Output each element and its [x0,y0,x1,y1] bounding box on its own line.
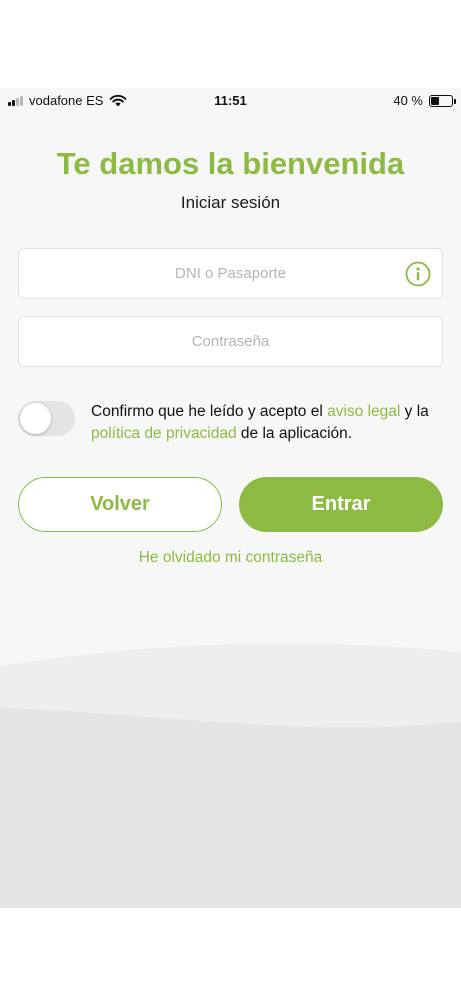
consent-toggle[interactable] [18,401,75,436]
battery-icon [429,94,456,107]
clock: 11:51 [214,93,247,108]
login-subtitle: Iniciar sesión [180,193,281,212]
status-bar: vodafone ES 11:51 40 % [0,88,461,114]
password-field-container [18,316,443,367]
forgot-password-link[interactable]: He olvidado mi contraseña [0,549,461,567]
back-button[interactable]: Volver [18,477,222,532]
legal-notice-link[interactable]: aviso legal [327,403,400,420]
dni-field-container [18,248,443,299]
dni-input[interactable] [19,249,442,298]
battery-percent: 40 % [393,93,423,108]
app-screen: vodafone ES 11:51 40 % Te damos la bienv… [0,88,461,908]
status-right: 40 % [393,93,456,108]
password-input[interactable] [19,317,442,366]
enter-button[interactable]: Entrar [239,477,443,532]
welcome-title: Te damos la bienvenida [56,146,405,181]
consent-text-part-1: Confirmo que he leído y acepto el [91,403,328,420]
consent-text-part-3: de la aplicación. [236,425,353,442]
info-icon[interactable] [405,261,431,287]
consent-text-part-2: y la [400,403,429,420]
background-waves [0,643,461,908]
consent-text: Confirmo que he leído y acepto el aviso … [91,401,451,445]
privacy-policy-link[interactable]: política de privacidad [91,425,237,442]
toggle-knob[interactable] [20,403,51,434]
